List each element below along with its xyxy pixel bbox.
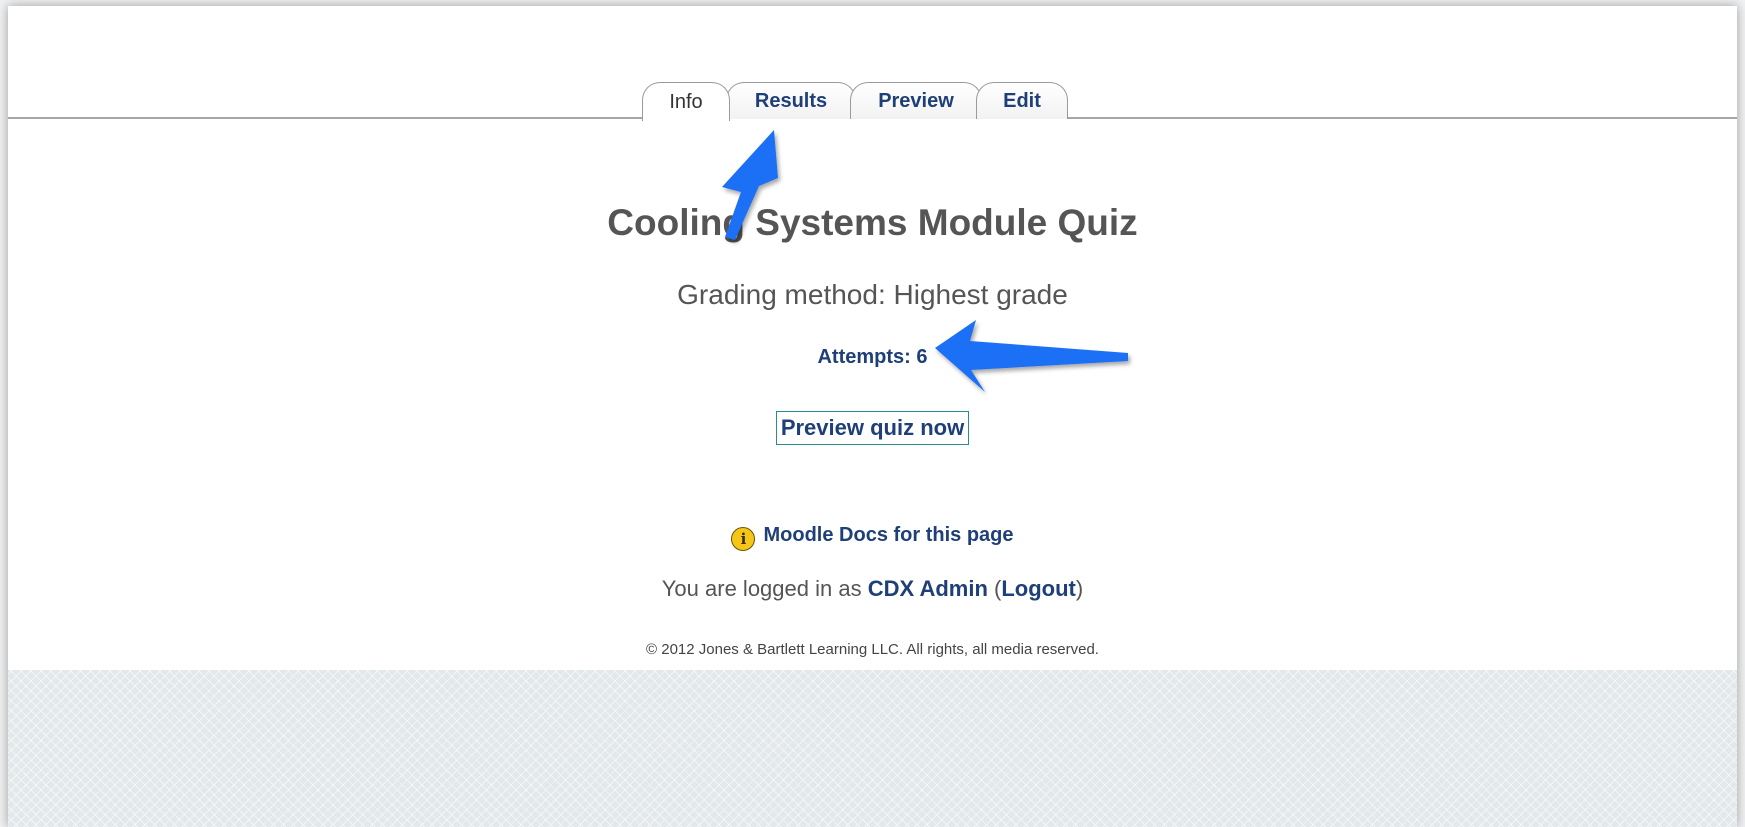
logout-link[interactable]: Logout bbox=[1001, 576, 1076, 601]
tab-info[interactable]: Info bbox=[642, 82, 730, 121]
preview-quiz-button[interactable]: Preview quiz now bbox=[775, 411, 970, 445]
tab-edit[interactable]: Edit bbox=[976, 82, 1068, 119]
copyright-notice: © 2012 Jones & Bartlett Learning LLC. Al… bbox=[646, 641, 1099, 658]
moodle-docs-row: i Moodle Docs for this page bbox=[8, 524, 1737, 551]
tab-results[interactable]: Results bbox=[726, 82, 856, 119]
info-icon: i bbox=[731, 527, 756, 551]
login-prefix: You are logged in as bbox=[661, 576, 862, 601]
grading-method: Grading method: Highest grade bbox=[677, 279, 1068, 310]
paren-close: ) bbox=[1075, 576, 1084, 601]
tab-bar: Info Results Preview Edit bbox=[8, 82, 1737, 122]
page-content: Info Results Preview Edit Cooling System… bbox=[8, 6, 1737, 670]
attempts-link[interactable]: Attempts: 6 bbox=[8, 346, 1737, 369]
moodle-docs-link[interactable]: Moodle Docs for this page bbox=[763, 524, 1013, 546]
login-info: You are logged in as CDX Admin (Logout) bbox=[8, 576, 1737, 602]
screenshot-frame: Info Results Preview Edit Cooling System… bbox=[8, 6, 1737, 827]
page-title: Cooling Systems Module Quiz bbox=[607, 202, 1138, 243]
preview-button-container: Preview quiz now bbox=[8, 411, 1737, 445]
user-profile-link[interactable]: CDX Admin bbox=[868, 576, 988, 601]
tab-preview[interactable]: Preview bbox=[850, 82, 982, 119]
